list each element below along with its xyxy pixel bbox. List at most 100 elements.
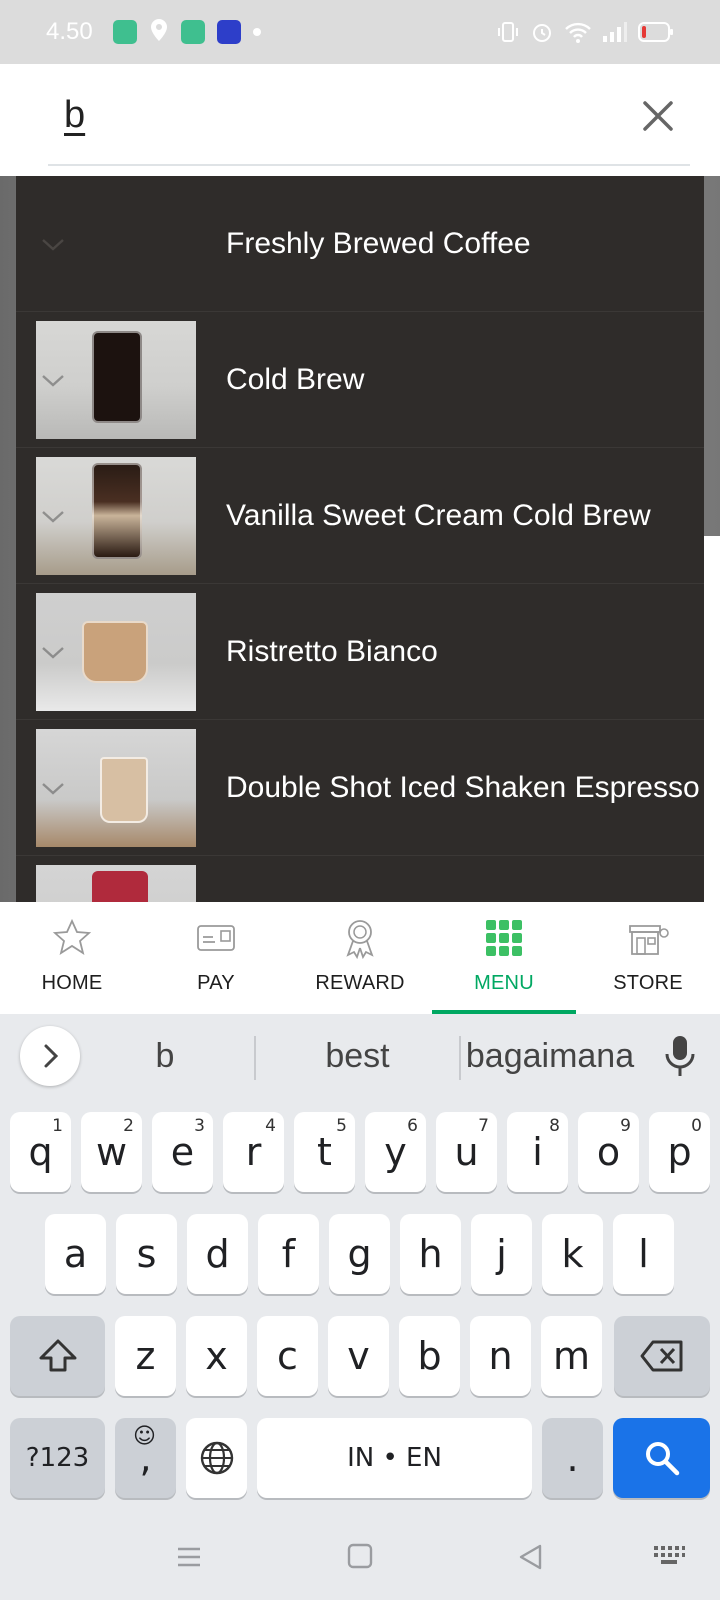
status-bar: 4.50	[0, 0, 720, 64]
result-row[interactable]: Double Shot Iced Shaken Espresso	[16, 720, 704, 856]
key-j[interactable]: j	[471, 1214, 532, 1294]
key-u[interactable]: u7	[436, 1112, 497, 1192]
key-v-label: v	[347, 1334, 370, 1378]
period-key[interactable]: .	[542, 1418, 603, 1498]
search-key[interactable]	[613, 1418, 710, 1498]
space-key-label: IN • EN	[347, 1443, 442, 1473]
emoji-icon: ☺	[133, 1424, 156, 1449]
menu-icon[interactable]	[174, 1542, 204, 1572]
key-d[interactable]: d	[187, 1214, 248, 1294]
key-z[interactable]: z	[115, 1316, 176, 1396]
key-e[interactable]: e3	[152, 1112, 213, 1192]
key-o[interactable]: o9	[578, 1112, 639, 1192]
key-w[interactable]: w2	[81, 1112, 142, 1192]
suggestion-divider	[254, 1036, 256, 1080]
emoji-comma-key[interactable]: , ☺	[115, 1418, 176, 1498]
back-triangle-icon[interactable]	[516, 1542, 546, 1572]
key-t[interactable]: t5	[294, 1112, 355, 1192]
key-c[interactable]: c	[257, 1316, 318, 1396]
chevron-down-icon	[42, 647, 64, 659]
chevron-right-icon	[44, 1044, 59, 1068]
key-t-label: t	[317, 1130, 332, 1174]
key-f[interactable]: f	[258, 1214, 319, 1294]
nav-pay[interactable]: PAY	[144, 902, 288, 1014]
app-notification-icon	[112, 20, 137, 44]
nav-pay-label: PAY	[197, 972, 235, 994]
period-key-label: .	[566, 1436, 579, 1480]
key-g[interactable]: g	[329, 1214, 390, 1294]
key-b[interactable]: b	[399, 1316, 460, 1396]
key-r[interactable]: r4	[223, 1112, 284, 1192]
key-m-label: m	[552, 1334, 591, 1378]
key-hint: 4	[265, 1116, 276, 1136]
key-s[interactable]: s	[116, 1214, 177, 1294]
result-row[interactable]: Vanilla Sweet Cream Cold Brew	[16, 448, 704, 584]
key-hint: 8	[549, 1116, 560, 1136]
nav-menu-label: MENU	[474, 972, 534, 994]
nav-menu[interactable]: MENU	[432, 902, 576, 1014]
key-y[interactable]: y6	[365, 1112, 426, 1192]
location-icon	[149, 18, 169, 47]
product-image	[36, 865, 196, 902]
key-k[interactable]: k	[542, 1214, 603, 1294]
expand-toolbar-button[interactable]	[20, 1026, 80, 1086]
backspace-key[interactable]	[614, 1316, 710, 1396]
space-key[interactable]: IN • EN	[257, 1418, 532, 1498]
search-input[interactable]: b	[64, 94, 85, 137]
key-m[interactable]: m	[541, 1316, 602, 1396]
key-p-label: p	[667, 1130, 692, 1174]
key-q[interactable]: q1	[10, 1112, 71, 1192]
suggestion-1[interactable]: b	[100, 1014, 230, 1098]
key-l-label: l	[638, 1232, 649, 1276]
key-hint: 9	[620, 1116, 631, 1136]
key-i-label: i	[532, 1130, 543, 1174]
key-i[interactable]: i8	[507, 1112, 568, 1192]
system-nav-bar	[0, 1512, 720, 1600]
shift-icon	[39, 1339, 76, 1372]
result-row[interactable]: Freshly Brewed Coffee	[16, 176, 704, 312]
nav-store-label: STORE	[613, 972, 683, 994]
key-g-label: g	[347, 1232, 372, 1276]
key-a[interactable]: a	[45, 1214, 106, 1294]
chevron-down-icon	[42, 239, 64, 251]
suggestion-3[interactable]: bagaimana	[465, 1014, 635, 1098]
gallery-notification-icon	[180, 20, 205, 44]
key-d-label: d	[205, 1232, 230, 1276]
star-icon	[52, 918, 92, 955]
store-icon	[629, 925, 669, 955]
signal-icon	[603, 22, 627, 42]
bottom-nav: HOME PAY REWARD MENU STORE	[0, 902, 720, 1014]
home-square-icon[interactable]	[346, 1542, 374, 1570]
language-key[interactable]	[186, 1418, 247, 1498]
key-h[interactable]: h	[400, 1214, 461, 1294]
symbols-key[interactable]: ?123	[10, 1418, 105, 1498]
search-results-list[interactable]: Freshly Brewed Coffee Cold Brew Vanilla Sw…	[16, 176, 704, 902]
keyboard-hide-icon[interactable]	[652, 1542, 686, 1570]
suggestion-2[interactable]: best	[270, 1014, 445, 1098]
nav-store[interactable]: STORE	[576, 902, 720, 1014]
grid-icon	[486, 920, 522, 956]
key-l[interactable]: l	[613, 1214, 674, 1294]
chevron-down-icon	[42, 375, 64, 387]
result-row[interactable]: Cold Brew	[16, 312, 704, 448]
globe-icon	[200, 1441, 233, 1475]
key-x[interactable]: x	[186, 1316, 247, 1396]
key-v[interactable]: v	[328, 1316, 389, 1396]
microphone-icon[interactable]	[660, 1032, 700, 1080]
key-r-label: r	[245, 1130, 262, 1174]
close-icon[interactable]	[636, 94, 680, 138]
nav-home[interactable]: HOME	[0, 902, 144, 1014]
result-row[interactable]: Ristretto Bianco	[16, 584, 704, 720]
key-hint: 3	[194, 1116, 205, 1136]
nav-reward[interactable]: REWARD	[288, 902, 432, 1014]
shift-key[interactable]	[10, 1316, 105, 1396]
key-z-label: z	[135, 1334, 156, 1378]
key-n[interactable]: n	[470, 1316, 531, 1396]
key-a-label: a	[63, 1232, 88, 1276]
result-row[interactable]	[16, 856, 704, 902]
key-b-label: b	[417, 1334, 442, 1378]
key-p[interactable]: p0	[649, 1112, 710, 1192]
card-icon	[197, 925, 235, 951]
key-c-label: c	[277, 1334, 298, 1378]
wifi-icon	[565, 22, 591, 43]
